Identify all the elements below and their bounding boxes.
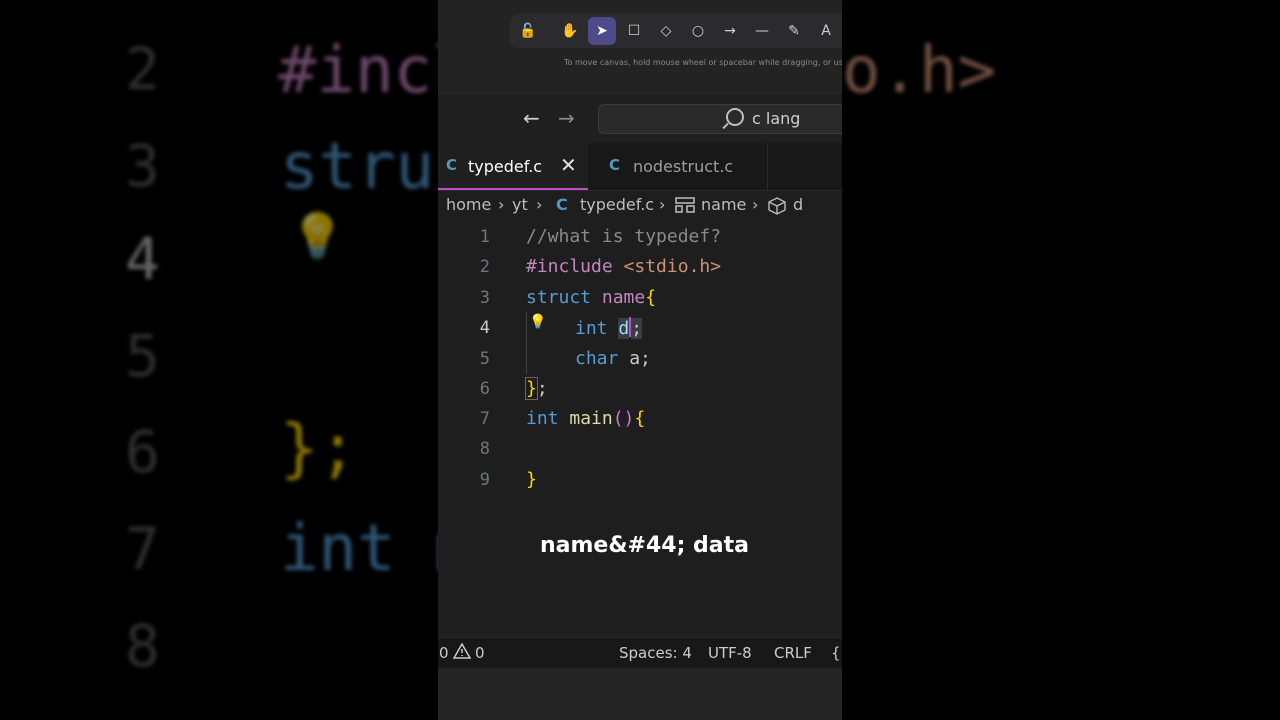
chevron-right-icon: ›	[659, 195, 666, 214]
lock-icon[interactable]: 🔓	[514, 17, 542, 45]
semicolon: ;	[536, 378, 548, 399]
diamond-icon[interactable]: ◇	[652, 17, 680, 45]
keyword: struct	[526, 287, 592, 308]
code-line-4: int d;	[575, 317, 643, 339]
tab-label: nodestruct.c	[633, 157, 734, 176]
line-icon[interactable]: —	[748, 17, 776, 45]
breadcrumb-home[interactable]: home	[446, 195, 491, 214]
bg-code-line: };	[280, 412, 358, 486]
arrow-icon[interactable]: →	[716, 17, 744, 45]
back-arrow-icon[interactable]: ←	[523, 106, 540, 130]
breadcrumb-struct[interactable]: name	[701, 195, 746, 214]
indentation[interactable]: Spaces: 4	[619, 644, 692, 662]
struct-icon	[675, 197, 695, 217]
field-cube-icon	[768, 197, 786, 219]
breadcrumb-yt[interactable]: yt	[512, 195, 528, 214]
ellipse-icon[interactable]: ○	[684, 17, 712, 45]
code-line-5: char a;	[575, 348, 651, 369]
editor-tabs: C typedef.c ✕ C nodestruct.c	[438, 143, 842, 191]
pencil-icon[interactable]: ✎	[780, 17, 808, 45]
code-line-7: int main(){	[526, 408, 645, 429]
language-mode[interactable]: {	[831, 644, 841, 662]
c-file-icon: C	[609, 156, 621, 174]
header-name: <stdio.h>	[623, 256, 722, 277]
chevron-right-icon: ›	[536, 195, 543, 214]
bottom-panel	[438, 668, 842, 720]
line-number: 1	[479, 227, 490, 247]
breadcrumb-file[interactable]: typedef.c	[580, 195, 654, 214]
function-name: main	[569, 408, 613, 429]
line-number: 2	[479, 257, 490, 277]
selection-pointer-icon[interactable]: ➤	[588, 17, 616, 45]
drawing-toolbar: 🔓 ✋ ➤ ☐ ◇ ○ → — ✎ A	[510, 14, 842, 48]
warning-count[interactable]: 0	[475, 644, 485, 662]
tab-typedef-c[interactable]: C typedef.c ✕	[438, 143, 588, 190]
type: char	[575, 348, 619, 369]
code-line-6: };	[525, 377, 548, 400]
parens: ()	[612, 408, 635, 429]
bg-line-number: 2	[125, 35, 160, 103]
chevron-right-icon: ›	[752, 195, 759, 214]
bg-line-number: 4	[125, 225, 160, 293]
lightbulb-icon: 💡	[290, 211, 345, 262]
chevron-right-icon: ›	[498, 195, 505, 214]
preprocessor: #include	[526, 256, 613, 277]
bg-code-line: stru	[280, 130, 435, 204]
code-line-9: }	[526, 469, 537, 490]
canvas-hint: To move canvas, hold mouse wheel or spac…	[564, 58, 842, 67]
tab-nodestruct-c[interactable]: C nodestruct.c	[589, 143, 768, 190]
hand-icon[interactable]: ✋	[556, 17, 584, 45]
code-line-2: #include <stdio.h>	[526, 256, 721, 277]
drawing-toolbar-area: 🔓 ✋ ➤ ☐ ◇ ○ → — ✎ A To move canvas, hold…	[438, 0, 842, 93]
indent-guide	[526, 312, 527, 374]
bracket: {	[645, 287, 657, 308]
code-line-1: //what is typedef?	[526, 226, 721, 247]
line-ending[interactable]: CRLF	[774, 644, 812, 662]
lightbulb-icon[interactable]: 💡	[529, 314, 546, 330]
video-caption: name&#44; data	[540, 533, 749, 558]
close-icon[interactable]: ✕	[560, 153, 577, 177]
struct-name: name	[601, 287, 646, 308]
c-file-icon: C	[556, 195, 568, 214]
title-bar: ← → c lang	[438, 93, 842, 144]
line-number: 8	[479, 439, 490, 459]
line-number: 5	[479, 349, 490, 369]
breadcrumb-member[interactable]: d	[793, 195, 803, 214]
code-editor[interactable]: 1 2 3 4 5 6 7 8 9 💡 //what is typedef? #…	[438, 222, 842, 632]
bracket: {	[634, 408, 646, 429]
code-text: a;	[629, 348, 651, 369]
status-bar: 0 0 Spaces: 4 UTF-8 CRLF {	[438, 637, 842, 669]
bg-line-number: 5	[125, 322, 160, 390]
line-number: 9	[479, 470, 490, 490]
line-number: 7	[479, 409, 490, 429]
line-number: 4	[479, 318, 490, 338]
selected-variable: d	[618, 318, 630, 339]
semicolon: ;	[631, 318, 643, 339]
line-number: 3	[479, 288, 490, 308]
bg-line-number: 6	[125, 418, 160, 486]
comment: //what is typedef?	[526, 226, 722, 247]
bg-line-number: 8	[125, 612, 160, 680]
c-file-icon: C	[446, 156, 458, 174]
search-text: c lang	[752, 109, 801, 128]
warning-icon	[452, 642, 472, 663]
type: int	[575, 318, 608, 339]
type: int	[526, 408, 559, 429]
text-icon[interactable]: A	[812, 17, 840, 45]
search-icon	[726, 108, 744, 126]
line-number: 6	[479, 379, 490, 399]
tab-label: typedef.c	[468, 157, 543, 176]
code-line-3: struct name{	[526, 287, 656, 308]
bg-line-number: 3	[125, 132, 160, 200]
encoding[interactable]: UTF-8	[708, 644, 752, 662]
bg-line-number: 7	[125, 515, 160, 583]
bracket: }	[525, 377, 538, 400]
vscode-window: 🔓 ✋ ➤ ☐ ◇ ○ → — ✎ A To move canvas, hold…	[438, 0, 842, 720]
error-count[interactable]: 0	[439, 644, 449, 662]
command-center-search[interactable]: c lang	[598, 104, 842, 134]
bg-code-line: o.h>	[842, 34, 997, 108]
bracket: }	[526, 469, 537, 490]
rectangle-icon[interactable]: ☐	[620, 17, 648, 45]
forward-arrow-icon[interactable]: →	[558, 106, 575, 130]
